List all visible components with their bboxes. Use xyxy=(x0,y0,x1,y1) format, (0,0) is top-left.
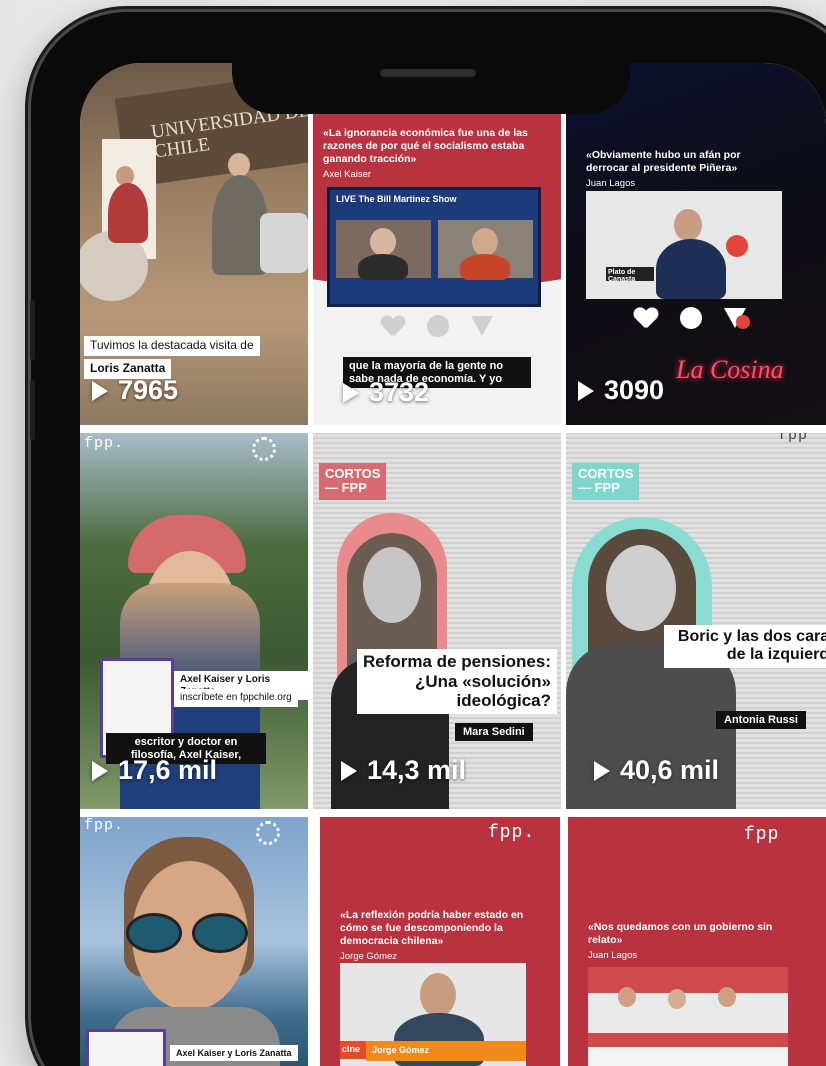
series-badge: CORTOS — FPP xyxy=(572,463,640,500)
view-count: 40,6 mil xyxy=(594,755,719,786)
play-icon xyxy=(343,382,359,403)
brand-logo: fpp. xyxy=(84,435,125,452)
sunglasses-lens xyxy=(192,913,248,953)
video-embed: cine Jorge Gómez xyxy=(340,963,526,1066)
presenter-face xyxy=(606,545,676,631)
reaction-icons xyxy=(634,307,746,329)
video-tile[interactable]: fpp «Nos quedamos con un gobierno sin re… xyxy=(568,817,826,1066)
sunglasses-lens xyxy=(126,913,182,953)
heart-icon xyxy=(634,308,658,328)
video-title: Boric y las dos caras de la izquierda xyxy=(664,625,826,668)
guest-video xyxy=(336,220,431,280)
comment-icon xyxy=(680,307,702,329)
quote: «La reflexión podría haber estado en cóm… xyxy=(340,909,524,963)
video-tile[interactable]: CORTOS — FPP Reforma de pensiones: ¿Una «… xyxy=(313,433,561,809)
lower-third: Plato de Canasta xyxy=(606,267,654,283)
decor-dot xyxy=(726,235,748,257)
video-tile[interactable]: fpp. Axel Kaiser y Loris Zanatta xyxy=(80,817,308,1066)
view-count: 3732 xyxy=(343,377,429,408)
flower-icon xyxy=(256,821,280,845)
view-count-value: 40,6 mil xyxy=(620,755,720,785)
video-tile[interactable]: fpp CORTOS— FPP Boric y las dos caras de… xyxy=(566,433,826,809)
video-title: Reforma de pensiones: ¿Una «solución» id… xyxy=(357,649,557,714)
speaker-grille xyxy=(380,69,476,77)
series-badge: CORTOS — FPP xyxy=(319,463,387,500)
play-icon xyxy=(578,380,594,401)
flower-icon xyxy=(252,437,276,461)
quote: «Obviamente hubo un afán por derrocar al… xyxy=(586,149,741,190)
heart-icon xyxy=(381,316,405,336)
show-title: LIVE The Bill Martinez Show xyxy=(336,194,457,204)
speaker xyxy=(108,183,148,243)
play-icon xyxy=(594,760,610,781)
view-count-value: 3732 xyxy=(369,377,430,407)
reaction-icons xyxy=(381,315,493,337)
brand-logo: fpp. xyxy=(84,817,125,834)
speaker-head xyxy=(228,153,250,177)
view-count: 17,6 mil xyxy=(92,755,217,786)
video-tile[interactable]: UNIVERSIDAD DE CHILE Tuvimos la destacad… xyxy=(80,63,308,425)
caption: Tuvimos la destacada visita de xyxy=(84,336,260,356)
presenter-name: Mara Sedini xyxy=(455,723,533,741)
video-embed: LIVE The Bill Martinez Show xyxy=(327,187,541,307)
video-embed: Plato de Canasta xyxy=(586,191,782,299)
presenter-name: Antonia Russi xyxy=(716,711,806,729)
site-label: inscríbete en fppchile.org xyxy=(174,689,298,707)
brand-logo: fpp xyxy=(744,825,780,845)
quote: «Nos quedamos con un gobierno sin relato… xyxy=(588,921,773,962)
view-count-value: 3090 xyxy=(604,375,665,405)
presenter-face xyxy=(363,547,421,623)
send-icon xyxy=(471,316,493,336)
comment-icon xyxy=(427,315,449,337)
brand-logo: fpp xyxy=(778,433,809,444)
show-logo: La Cosina xyxy=(676,355,784,384)
view-count-value: 7965 xyxy=(118,375,179,405)
video-embed xyxy=(588,967,788,1066)
view-count-value: 17,6 mil xyxy=(118,755,218,785)
book-label: Axel Kaiser y Loris Zanatta xyxy=(170,1045,298,1062)
phone-side-button xyxy=(30,380,35,440)
decor-dot xyxy=(736,315,750,329)
view-count: 7965 xyxy=(92,375,178,406)
play-icon xyxy=(92,760,108,781)
play-icon xyxy=(341,760,357,781)
phone-screen: UNIVERSIDAD DE CHILE Tuvimos la destacad… xyxy=(80,63,826,1066)
video-tile[interactable]: «La ignorancia económica fue una de las … xyxy=(313,63,561,425)
phone-side-button xyxy=(30,300,35,360)
video-tile[interactable]: fpp. Axel Kaiser y Loris Zanatta inscríb… xyxy=(80,433,308,809)
book-cover xyxy=(86,1029,166,1066)
video-tile[interactable]: fpp. «La reflexión podría haber estado e… xyxy=(320,817,560,1066)
quote: «La ignorancia económica fue una de las … xyxy=(323,127,528,181)
play-icon xyxy=(92,380,108,401)
chair xyxy=(260,213,308,273)
lower-third: Jorge Gómez xyxy=(366,1041,526,1061)
view-count: 3090 xyxy=(578,375,664,406)
view-count: 14,3 mil xyxy=(341,755,466,786)
video-grid: UNIVERSIDAD DE CHILE Tuvimos la destacad… xyxy=(80,63,826,1066)
view-count-value: 14,3 mil xyxy=(367,755,467,785)
brand-logo: fpp. xyxy=(488,823,536,843)
guest-video xyxy=(438,220,533,280)
phone-notch xyxy=(232,50,630,114)
video-tile[interactable]: «Obviamente hubo un afán por derrocar al… xyxy=(566,63,826,425)
channel-logo: cine xyxy=(340,1041,366,1059)
